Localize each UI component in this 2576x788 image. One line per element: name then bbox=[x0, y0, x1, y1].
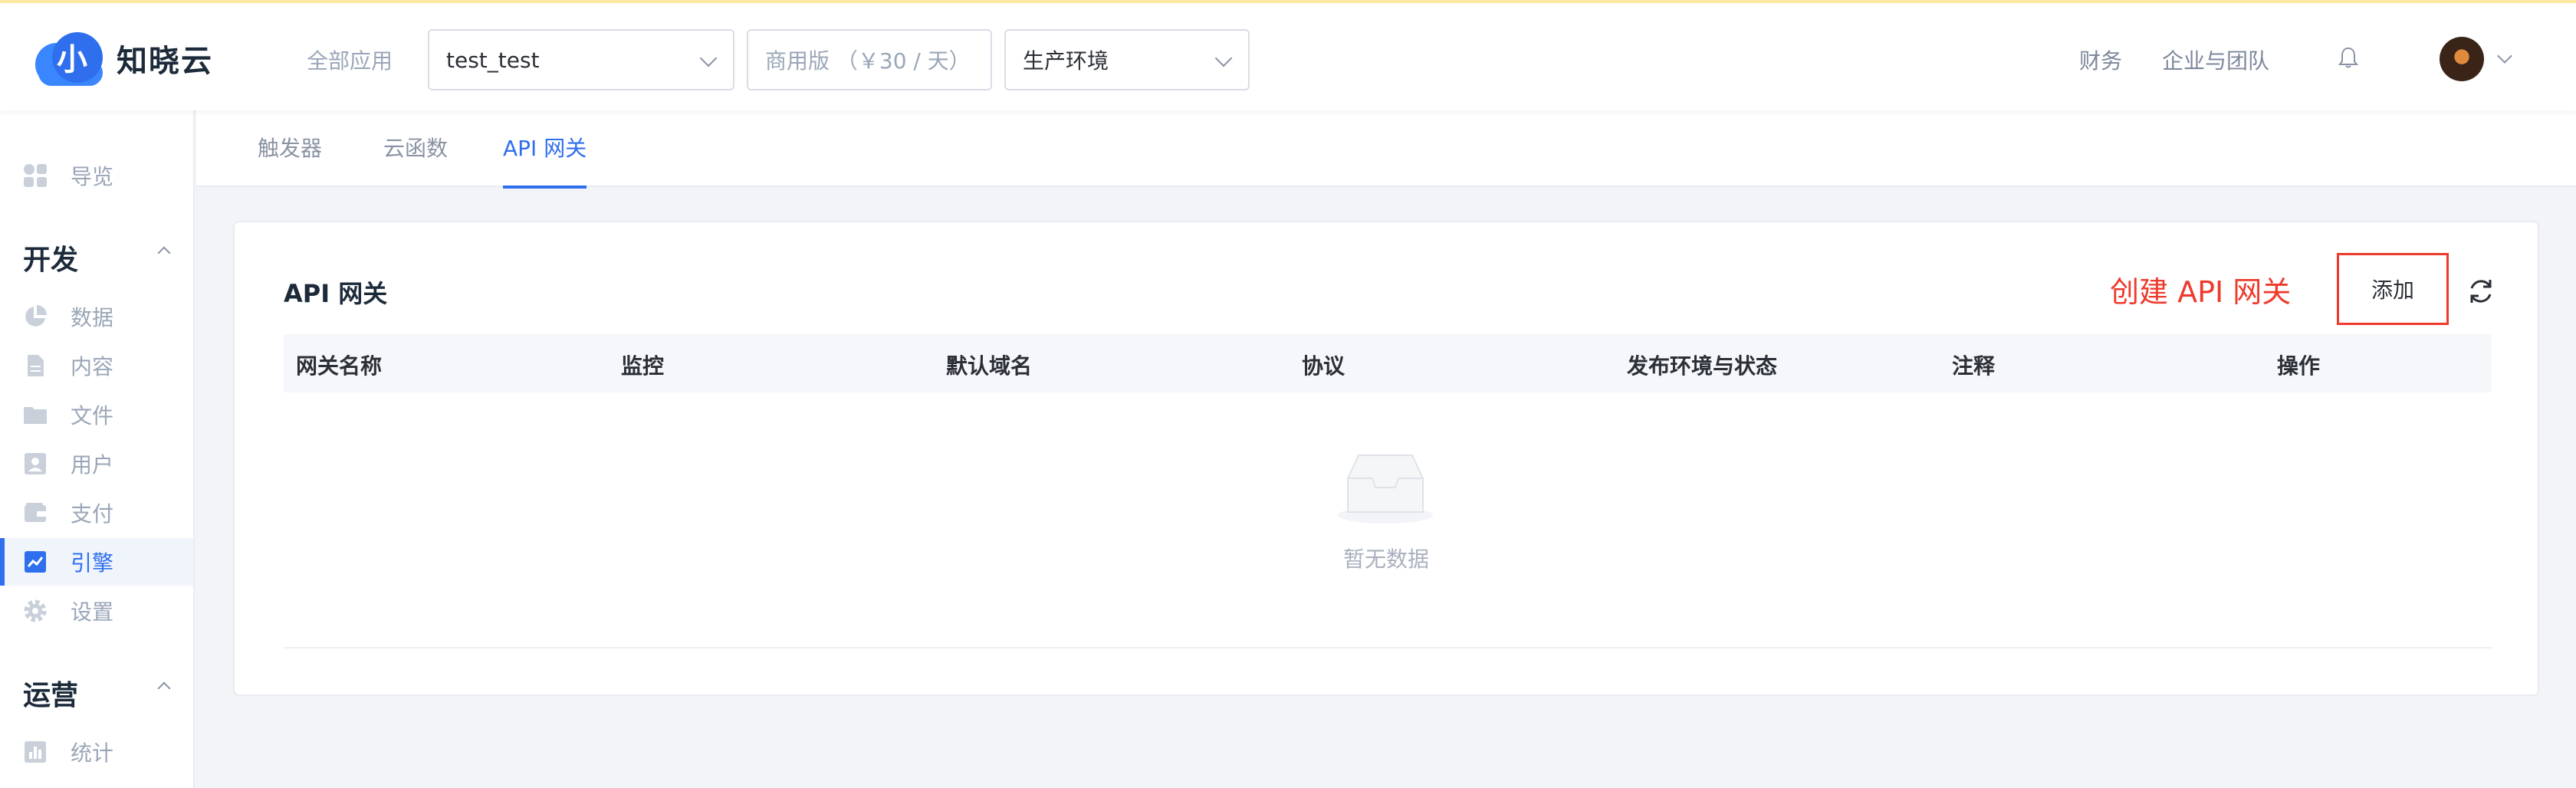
top-bar: 小 知晓云 全部应用 test_test 商用版 （￥30 / 天） 生产环境 … bbox=[0, 0, 2576, 110]
divider bbox=[284, 647, 2492, 648]
line-chart-icon bbox=[23, 550, 48, 574]
api-gateway-card: API 网关 创建 API 网关 添加 网关名称 监控 默认域名 协议 发布环境… bbox=[233, 221, 2539, 696]
finance-link[interactable]: 财务 bbox=[2079, 44, 2122, 75]
plan-select[interactable]: 商用版 （￥30 / 天） bbox=[747, 29, 992, 90]
column-header: 网关名称 bbox=[296, 353, 383, 379]
sidebar: 导览 开发 数据 内容 文件 用户 支付 引擎 设置 运营 统计 bbox=[0, 110, 195, 788]
document-icon bbox=[23, 353, 48, 378]
sidebar-item-payment[interactable]: 支付 bbox=[0, 489, 193, 537]
empty-state-text: 暂无数据 bbox=[1342, 547, 1429, 572]
table-header: 网关名称 监控 默认域名 协议 发布环境与状态 注释 操作 bbox=[284, 334, 2492, 392]
chevron-down-icon bbox=[1214, 49, 1233, 67]
inbox-icon bbox=[1338, 455, 1433, 524]
gear-icon bbox=[23, 599, 48, 623]
env-select[interactable]: 生产环境 bbox=[1004, 29, 1250, 90]
section-title: 开发 bbox=[23, 245, 79, 276]
folder-icon bbox=[23, 402, 48, 427]
column-header: 协议 bbox=[1302, 353, 1346, 379]
refresh-icon[interactable] bbox=[2466, 276, 2496, 307]
logo[interactable]: 小 知晓云 bbox=[31, 29, 213, 87]
sidebar-item-label: 数据 bbox=[71, 305, 114, 330]
sidebar-item-label: 内容 bbox=[71, 354, 114, 379]
sidebar-item-label: 导览 bbox=[71, 164, 114, 189]
card-title: API 网关 bbox=[284, 279, 388, 308]
brand-name: 知晓云 bbox=[117, 44, 213, 79]
column-header: 默认域名 bbox=[946, 353, 1033, 379]
column-header: 监控 bbox=[621, 353, 665, 379]
app-select-value: test_test bbox=[446, 47, 540, 73]
add-button[interactable]: 添加 bbox=[2337, 253, 2449, 325]
logo-icon: 小 bbox=[31, 29, 107, 87]
dashboard-icon bbox=[23, 163, 48, 188]
sidebar-item-label: 统计 bbox=[71, 740, 114, 766]
sidebar-item-label: 用户 bbox=[71, 452, 114, 478]
column-header: 操作 bbox=[2277, 353, 2321, 379]
sidebar-item-label: 引擎 bbox=[71, 550, 114, 576]
sidebar-item-label: 文件 bbox=[71, 403, 114, 428]
user-icon bbox=[23, 451, 48, 476]
wallet-icon bbox=[23, 501, 48, 525]
pie-chart-icon bbox=[23, 304, 48, 329]
chevron-down-icon[interactable] bbox=[2497, 48, 2512, 64]
all-apps-link[interactable]: 全部应用 bbox=[307, 44, 393, 75]
bar-chart-icon bbox=[23, 740, 48, 764]
sidebar-item-files[interactable]: 文件 bbox=[0, 391, 193, 438]
sidebar-item-label: 支付 bbox=[71, 501, 114, 527]
sidebar-item-stats[interactable]: 统计 bbox=[0, 728, 193, 776]
sidebar-item-settings[interactable]: 设置 bbox=[0, 587, 193, 635]
section-dev[interactable]: 开发 bbox=[23, 238, 171, 277]
annotation-label: 创建 API 网关 bbox=[2110, 275, 2292, 309]
chevron-up-icon bbox=[157, 246, 171, 260]
plan-select-value: 商用版 （￥30 / 天） bbox=[765, 48, 971, 74]
team-link[interactable]: 企业与团队 bbox=[2162, 44, 2269, 75]
sidebar-item-data[interactable]: 数据 bbox=[0, 293, 193, 340]
column-header: 发布环境与状态 bbox=[1627, 353, 1778, 379]
sidebar-item-label: 设置 bbox=[71, 599, 114, 625]
section-title: 运营 bbox=[23, 680, 79, 711]
sidebar-item-users[interactable]: 用户 bbox=[0, 440, 193, 488]
tab-triggers[interactable]: 触发器 bbox=[258, 132, 322, 189]
chevron-up-icon bbox=[157, 681, 171, 695]
env-select-value: 生产环境 bbox=[1023, 48, 1109, 74]
avatar[interactable] bbox=[2440, 37, 2484, 81]
tab-bar: 触发器 云函数 API 网关 bbox=[196, 110, 2576, 189]
app-select[interactable]: test_test bbox=[428, 29, 734, 90]
tab-api-gateway[interactable]: API 网关 bbox=[503, 132, 587, 189]
sidebar-item-content[interactable]: 内容 bbox=[0, 342, 193, 389]
sidebar-item-engine[interactable]: 引擎 bbox=[0, 538, 193, 586]
column-header: 注释 bbox=[1952, 353, 1996, 379]
tab-cloud-functions[interactable]: 云函数 bbox=[383, 132, 448, 189]
bell-icon[interactable] bbox=[2338, 46, 2358, 69]
sidebar-item-overview[interactable]: 导览 bbox=[0, 152, 193, 199]
chevron-down-icon bbox=[699, 49, 718, 67]
section-ops[interactable]: 运营 bbox=[23, 673, 171, 713]
